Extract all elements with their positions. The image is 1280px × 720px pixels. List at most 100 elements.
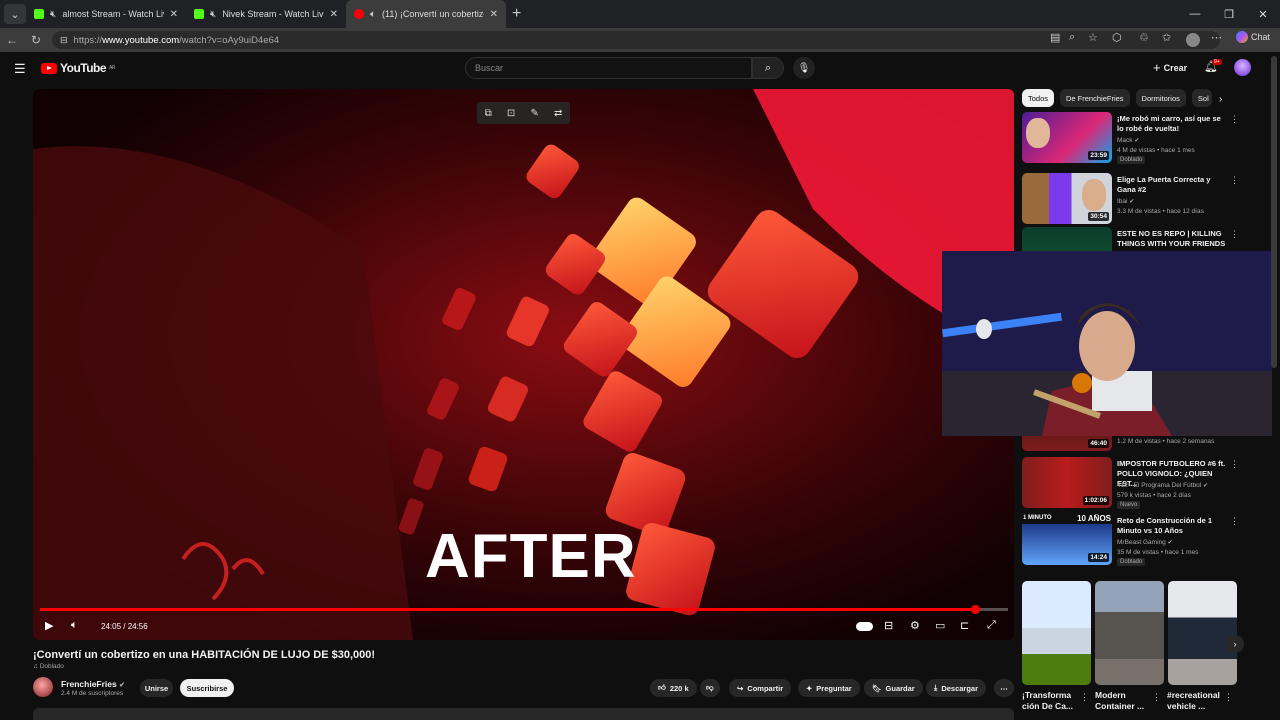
account-avatar[interactable]	[1234, 59, 1251, 76]
ask-button[interactable]: ✦ Preguntar	[798, 679, 860, 697]
favorites-icon[interactable]: ✩	[1162, 31, 1171, 44]
speaker-icon[interactable]: 🔈︎	[370, 9, 376, 20]
search-button[interactable]: ⌕	[752, 57, 784, 79]
subtitles-icon[interactable]: ⊟	[884, 619, 893, 632]
chip-more[interactable]: Sol	[1191, 89, 1212, 107]
favorite-star-icon[interactable]: ☆	[1088, 31, 1098, 44]
share-button[interactable]: ↪ Compartir	[729, 679, 792, 697]
creator-face	[1082, 179, 1106, 211]
more-actions-icon[interactable]: ⋮	[1230, 229, 1239, 240]
video-player[interactable]: ⧉ ⊡ ✎ ⇄ AFTER ▶ 🔈︎ 24:05 / 24:56 ⊟ ⚙ ▭ ⊏…	[33, 89, 1014, 640]
video-meta: 1.2 M de vistas • hace 2 semanas	[1117, 438, 1215, 445]
more-actions-icon[interactable]: ⋮	[1230, 459, 1239, 470]
channel-name: MrBeast Gaming ✔	[1117, 539, 1173, 546]
sidebar-scrollbar[interactable]	[1271, 56, 1277, 368]
picture-in-picture-icon[interactable]: ⧉	[485, 108, 492, 119]
short-more-icon[interactable]: ⋮	[1080, 692, 1089, 703]
thumbs-up-icon: 👍︎	[658, 683, 666, 692]
video-thumbnail: 23:59	[1022, 112, 1112, 163]
site-info-icon[interactable]: ⊟	[60, 35, 68, 46]
shorts-next-icon[interactable]: ›	[1226, 635, 1244, 653]
youtube-header: ☰ YouTube AR Buscar ⌕ 🎙︎ + Crear 🔔︎ 9+	[0, 52, 1280, 84]
video-overlay-text: AFTER	[425, 522, 637, 591]
browser-tab-1[interactable]: 🔇︎ almost Stream - Watch Live on ✕	[26, 0, 186, 28]
browser-essentials-icon[interactable]: ♲	[1139, 31, 1149, 44]
video-title: ¡Me robó mi carro, así que se lo robé de…	[1117, 114, 1221, 133]
join-button[interactable]: Unirse	[140, 679, 173, 697]
volume-icon[interactable]: 🔈︎	[71, 619, 78, 632]
close-window-icon[interactable]: ✕	[1246, 0, 1280, 28]
progress-bar[interactable]	[40, 608, 1008, 611]
new-tab-button[interactable]: +	[512, 5, 521, 23]
recommendation-item[interactable]: 30:54 Elige La Puerta Correcta y Gana #2…	[1022, 173, 1262, 225]
minimize-icon[interactable]: —	[1178, 0, 1212, 28]
dislike-button[interactable]: 👎︎	[700, 679, 720, 697]
settings-gear-icon[interactable]: ⚙	[910, 619, 920, 632]
miniplayer-icon[interactable]: ▭	[935, 619, 945, 632]
video-capture-icon[interactable]: ⊡	[507, 108, 515, 119]
recommendation-item[interactable]: 1:02:06 IMPOSTOR FUTBOLERO #6 ft. POLLO …	[1022, 457, 1262, 509]
back-icon[interactable]: ←	[0, 33, 24, 47]
address-bar[interactable]: ⊟ https://www.youtube.com/watch?v=oAy9ui…	[52, 31, 1220, 49]
close-tab-icon[interactable]: ✕	[330, 9, 338, 20]
video-meta: 35 M de vistas • hace 1 mes	[1117, 549, 1199, 556]
autoplay-toggle[interactable]	[856, 622, 873, 631]
scrubber-handle[interactable]	[970, 605, 980, 614]
more-actions-button[interactable]: ⋯	[994, 679, 1014, 697]
share-icon: ↪	[737, 683, 744, 693]
short-more-icon[interactable]: ⋮	[1224, 692, 1233, 703]
zoom-icon[interactable]: ⌕	[1069, 31, 1075, 44]
short-thumbnail[interactable]	[1095, 581, 1164, 685]
search-input[interactable]: Buscar	[465, 57, 752, 79]
extensions-icon[interactable]: ⬡	[1112, 31, 1122, 44]
close-tab-icon[interactable]: ✕	[490, 9, 498, 20]
translate-icon[interactable]: ⇄	[554, 108, 562, 119]
browser-tab-2[interactable]: 🔇︎ Nivek Stream - Watch Live on ✕	[186, 0, 346, 28]
browser-tab-3[interactable]: 🔈︎ (11) ¡Convertí un cobertizo en ✕	[346, 0, 506, 28]
profile-icon[interactable]	[1186, 33, 1200, 47]
like-button[interactable]: 👍︎ 220 k	[650, 679, 697, 697]
video-title-heading: ¡Convertí un cobertizo en una HABITACIÓN…	[33, 649, 376, 661]
reload-icon[interactable]: ↻	[24, 33, 48, 47]
muted-speaker-icon[interactable]: 🔇︎	[210, 9, 216, 20]
muted-speaker-icon[interactable]: 🔇︎	[50, 9, 56, 20]
chip-bedrooms[interactable]: Dormitorios	[1135, 89, 1186, 107]
youtube-logo[interactable]: YouTube AR	[41, 61, 115, 75]
chevron-right-icon[interactable]: ›	[1219, 94, 1222, 105]
create-button[interactable]: + Crear	[1153, 60, 1187, 75]
short-more-icon[interactable]: ⋮	[1152, 692, 1161, 703]
more-actions-icon[interactable]: ⋮	[1230, 114, 1239, 125]
channel-name[interactable]: FrenchieFries ✔	[61, 679, 125, 689]
youtube-play-icon	[41, 62, 57, 74]
chip-from-channel[interactable]: De FrenchieFries	[1060, 89, 1130, 107]
more-options-icon[interactable]: ⋯	[1211, 31, 1222, 44]
play-icon[interactable]: ▶	[45, 619, 53, 632]
more-actions-icon[interactable]: ⋮	[1230, 516, 1239, 527]
video-thumbnail: 1 MINUTO 10 AÑOS 14:24	[1022, 514, 1112, 565]
restore-icon[interactable]: ❐	[1212, 0, 1246, 28]
video-title: ESTE NO ES REPO | KILLING THINGS WITH YO…	[1117, 229, 1226, 248]
short-thumbnail[interactable]	[1022, 581, 1091, 685]
description-box[interactable]	[33, 708, 1014, 720]
short-thumbnail[interactable]	[1168, 581, 1237, 685]
tab-list-button[interactable]: ⌄	[4, 4, 26, 24]
channel-avatar[interactable]	[33, 677, 53, 697]
copilot-chat-button[interactable]: Chat	[1235, 31, 1270, 43]
download-button[interactable]: ⤓ Descargar	[926, 679, 987, 697]
menu-icon[interactable]: ☰	[14, 61, 26, 77]
recommendation-item[interactable]: 23:59 ¡Me robó mi carro, así que se lo r…	[1022, 112, 1262, 164]
cast-icon[interactable]: ⊏	[960, 619, 969, 632]
verified-icon: ✔	[1134, 138, 1140, 144]
save-button[interactable]: 🔖︎ Guardar	[864, 679, 923, 697]
fullscreen-icon[interactable]: ⤢	[987, 619, 996, 632]
chip-all[interactable]: Todos	[1022, 89, 1055, 107]
short-title: Modern Container ...	[1095, 690, 1145, 711]
bookmark-icon: 🔖︎	[872, 683, 882, 693]
notes-icon[interactable]: ✎	[530, 108, 538, 119]
more-actions-icon[interactable]: ⋮	[1230, 175, 1239, 186]
close-tab-icon[interactable]: ✕	[170, 9, 178, 20]
subscribe-button[interactable]: Suscribirse	[180, 679, 234, 697]
recommendation-item[interactable]: 1 MINUTO 10 AÑOS 14:24 Reto de Construcc…	[1022, 514, 1262, 566]
reader-view-icon[interactable]: ▤	[1050, 31, 1060, 44]
voice-search-button[interactable]: 🎙︎	[793, 57, 815, 79]
